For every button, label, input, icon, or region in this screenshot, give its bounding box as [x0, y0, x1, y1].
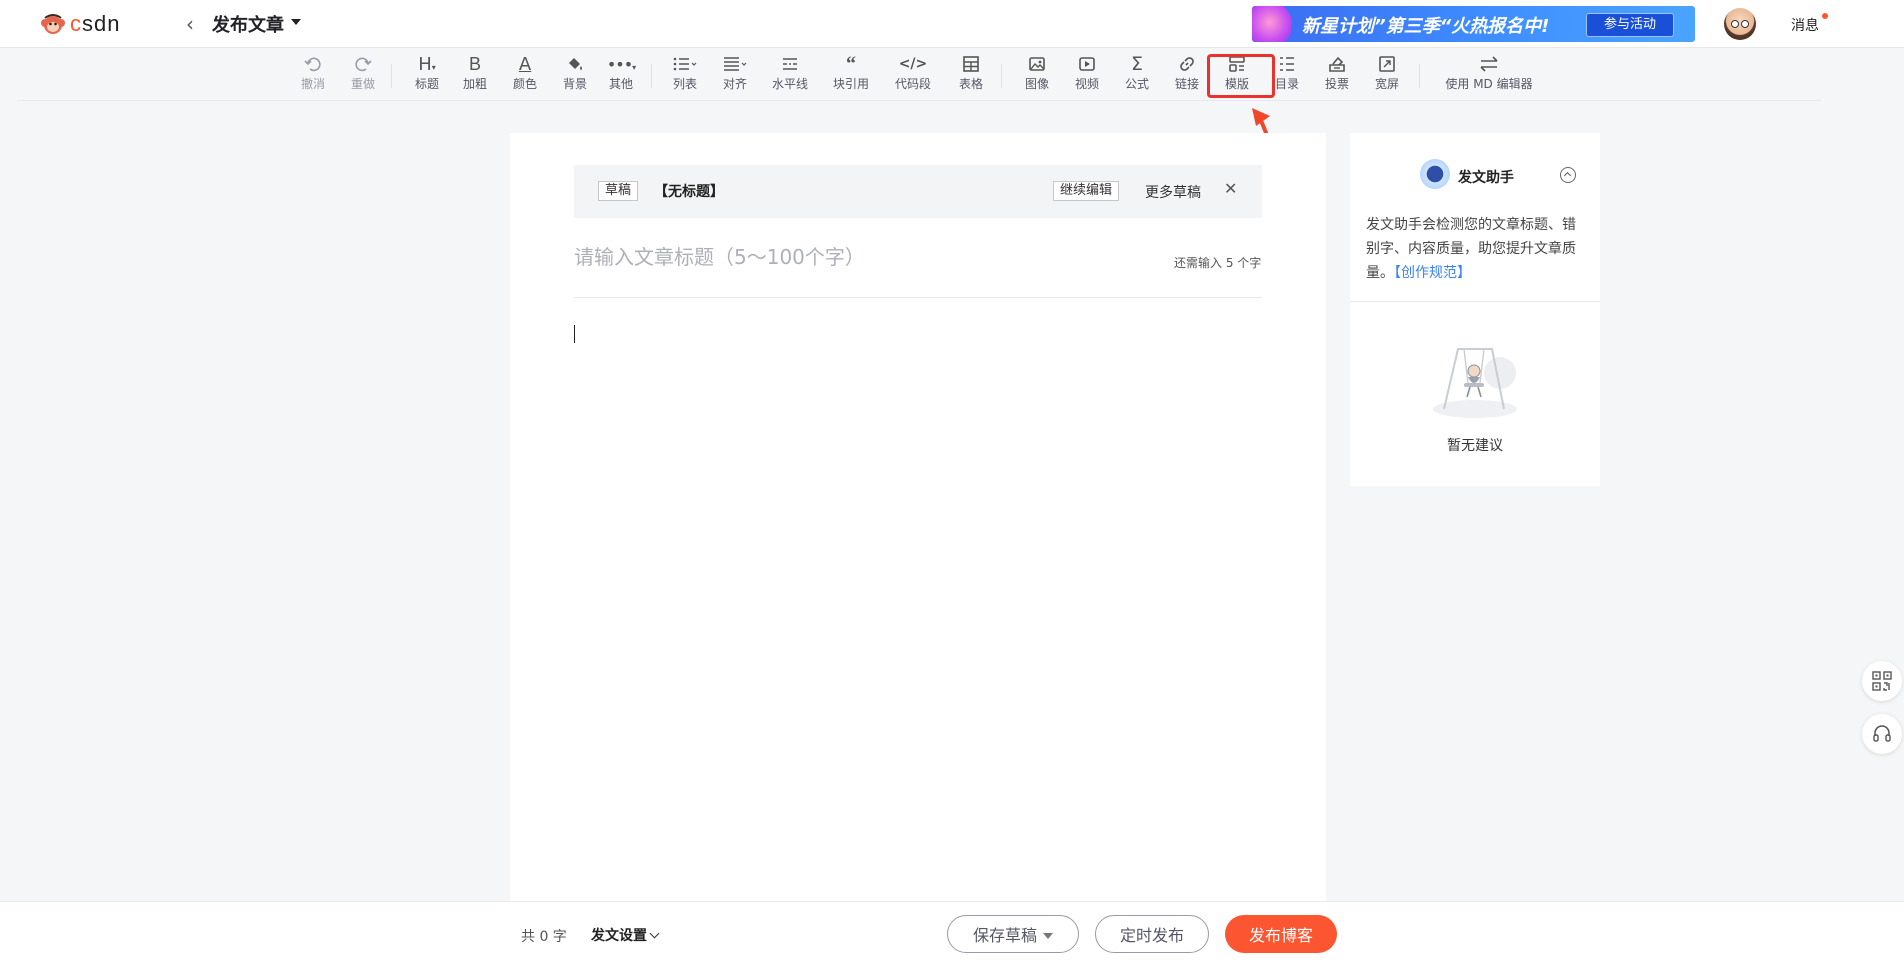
toolbar-redo[interactable]: 重做: [345, 52, 381, 98]
heading-icon: H▾: [418, 53, 436, 75]
title-length-hint: 还需输入 5 个字: [1174, 256, 1262, 270]
draft-bar: 草稿 【无标题】 继续编辑 更多草稿 ✕: [574, 165, 1262, 218]
assistant-title: 发文助手: [1458, 170, 1514, 186]
customer-service-button[interactable]: [1862, 714, 1902, 754]
qrcode-button[interactable]: [1862, 661, 1902, 701]
toolbar-widescreen[interactable]: 宽屏: [1369, 52, 1405, 98]
video-icon: [1079, 57, 1095, 71]
toolbar-list[interactable]: 列表: [667, 52, 703, 98]
toolbar-heading[interactable]: H▾ 标题: [409, 52, 445, 98]
sigma-icon: Σ: [1130, 53, 1143, 75]
image-icon: [1029, 57, 1045, 71]
assistant-divider: [1350, 301, 1600, 302]
table-icon: [963, 56, 979, 72]
redo-icon: [355, 57, 372, 72]
join-activity-button[interactable]: 参与活动: [1586, 13, 1674, 37]
bottom-action-bar: 共 0 字 发文设置 保存草稿 定时发布 发布博客: [0, 901, 1904, 968]
monkey-logo-icon: [41, 14, 65, 34]
page-title[interactable]: 发布文章: [212, 11, 284, 37]
toolbar-vote[interactable]: 投票: [1319, 52, 1355, 98]
banner-text: 新星计划”第三季“火热报名中!: [1302, 16, 1550, 37]
collapse-chevron-icon[interactable]: [1560, 167, 1576, 183]
article-body-editor[interactable]: [574, 323, 1262, 883]
back-chevron-icon[interactable]: ‹: [186, 12, 194, 36]
toolbar-image[interactable]: 图像: [1019, 52, 1055, 98]
draft-tag: 草稿: [598, 181, 639, 201]
more-dots-icon: •••▾: [606, 54, 636, 74]
toolbar-color[interactable]: A 颜色: [507, 52, 543, 98]
word-count: 共 0 字: [521, 929, 567, 945]
assistant-robot-icon: [1420, 159, 1450, 189]
article-title-input[interactable]: [574, 235, 1154, 279]
toolbar-other[interactable]: •••▾ 其他: [603, 52, 639, 98]
csdn-logo[interactable]: csdn: [40, 11, 120, 37]
top-header: csdn ‹ 发布文章 新星计划”第三季“火热报名中! 参与活动 消息: [0, 0, 1904, 48]
close-icon[interactable]: ✕: [1224, 179, 1237, 198]
qrcode-icon: [1872, 671, 1892, 691]
empty-swing-illustration-icon: [1433, 348, 1517, 418]
editor-panel: 草稿 【无标题】 继续编辑 更多草稿 ✕ 还需输入 5 个字: [510, 133, 1326, 901]
caret-down-icon: [1043, 933, 1053, 939]
assistant-header: 发文助手: [1350, 133, 1600, 213]
toolbar-formula[interactable]: Σ 公式: [1119, 52, 1155, 98]
toolbar-code[interactable]: </> 代码段: [891, 52, 935, 98]
chevron-down-icon: [649, 928, 660, 939]
code-icon: </>: [898, 56, 928, 72]
draft-name: 【无标题】: [654, 184, 724, 200]
continue-edit-button[interactable]: 继续编辑: [1053, 181, 1120, 201]
more-drafts-link[interactable]: 更多草稿: [1145, 182, 1201, 202]
toolbar-video[interactable]: 视频: [1069, 52, 1105, 98]
logo-wordmark: csdn: [70, 11, 121, 36]
toolbar-quote[interactable]: “ 块引用: [830, 52, 872, 98]
toolbar-bold[interactable]: B 加粗: [457, 52, 493, 98]
save-draft-button[interactable]: 保存草稿: [947, 915, 1079, 953]
avatar[interactable]: [1724, 8, 1756, 40]
template-highlight-box: [1207, 54, 1275, 98]
writing-assistant-panel: 发文助手 发文助手会检测您的文章标题、错别字、内容质量，助您提升文章质量。【创作…: [1350, 133, 1600, 486]
toolbar-background[interactable]: 背景: [557, 52, 593, 98]
toolbar-link[interactable]: 链接: [1169, 52, 1205, 98]
widescreen-icon: [1379, 56, 1395, 72]
promo-banner[interactable]: 新星计划”第三季“火热报名中! 参与活动: [1252, 6, 1695, 42]
title-divider: [574, 297, 1262, 298]
undo-icon: [304, 57, 321, 72]
text-caret: [574, 325, 575, 343]
publish-settings-dropdown[interactable]: 发文设置: [591, 925, 660, 945]
schedule-publish-button[interactable]: 定时发布: [1095, 915, 1209, 953]
align-icon: [724, 57, 747, 71]
quote-icon: “: [846, 52, 856, 75]
list-icon: [673, 57, 697, 71]
link-icon: [1180, 57, 1194, 71]
toolbar-table[interactable]: 表格: [953, 52, 989, 98]
megaphone-icon: [1252, 6, 1292, 42]
toolbar-undo[interactable]: 撤消: [295, 52, 331, 98]
paint-bucket-icon: [569, 58, 582, 70]
notification-dot: [1822, 13, 1828, 19]
editor-toolbar: 撤消 重做 H▾ 标题 B 加粗 A 颜色 背景 •••▾ 其他 列表 对齐 水…: [17, 48, 1821, 101]
bold-icon: B: [468, 53, 481, 74]
messages-link[interactable]: 消息: [1791, 15, 1819, 35]
horizontal-rule-icon: [783, 58, 797, 70]
toolbar-horizontal-rule[interactable]: 水平线: [769, 52, 811, 98]
toolbar-md-editor[interactable]: 使用 MD 编辑器: [1441, 52, 1537, 98]
caret-down-icon[interactable]: [291, 19, 301, 25]
no-suggestions-text: 暂无建议: [1447, 438, 1503, 454]
writing-rules-link[interactable]: 【创作规范】: [1394, 265, 1471, 281]
vote-icon: [1329, 56, 1345, 72]
toc-icon: [1280, 57, 1294, 71]
assistant-description: 发文助手会检测您的文章标题、错别字、内容质量，助您提升文章质量。【创作规范】: [1366, 217, 1576, 281]
toolbar-align[interactable]: 对齐: [717, 52, 753, 98]
publish-blog-button[interactable]: 发布博客: [1225, 915, 1337, 953]
headset-icon: [1873, 725, 1891, 742]
switch-arrows-icon: [1480, 56, 1498, 72]
font-color-icon: A: [518, 53, 532, 75]
